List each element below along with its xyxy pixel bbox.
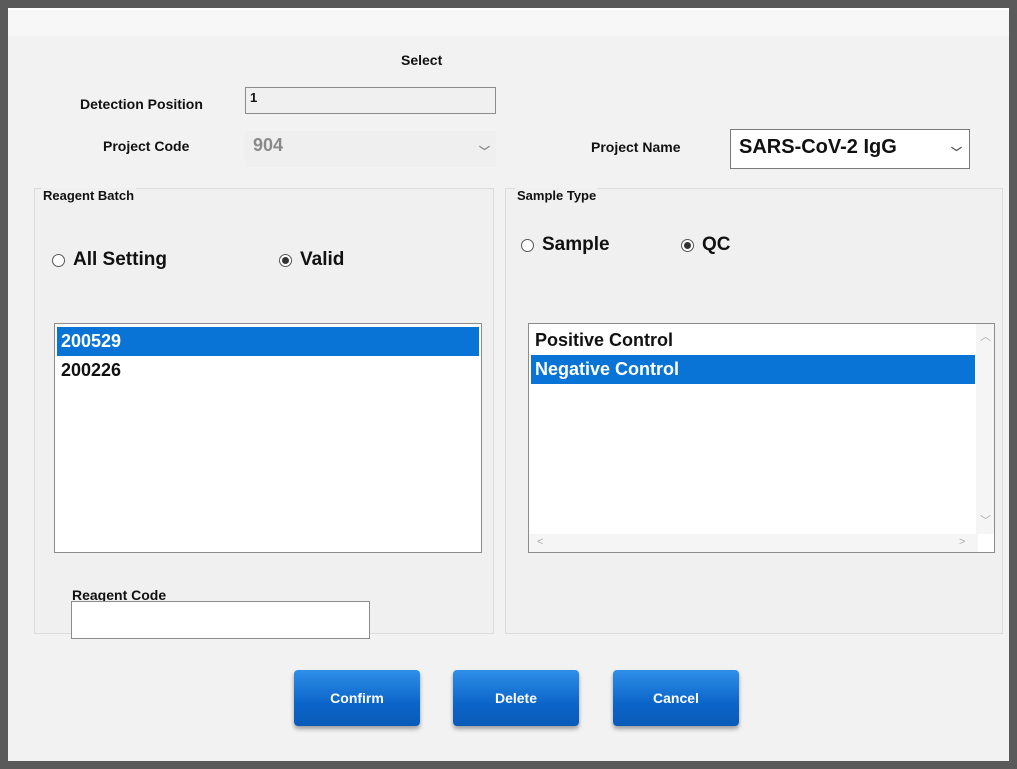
horizontal-scrollbar[interactable]: < > [529, 534, 978, 552]
cancel-button[interactable]: Cancel [613, 670, 739, 726]
list-item[interactable]: 200226 [57, 356, 479, 385]
sample-type-group: Sample Type Sample QC Positive Control N… [505, 188, 1003, 634]
radio-all-setting-label: All Setting [73, 249, 167, 270]
dialog-title: Select [401, 52, 443, 68]
reagent-batch-list[interactable]: 200529 200226 [54, 323, 482, 553]
dialog-titlebar [8, 10, 1009, 36]
radio-sample-label: Sample [542, 234, 610, 255]
chevron-down-icon[interactable]: ﹀ [980, 512, 991, 528]
chevron-down-icon[interactable]: ﹀ [951, 144, 962, 160]
radio-valid-label: Valid [300, 249, 345, 270]
radio-valid[interactable]: Valid [279, 249, 344, 271]
chevron-up-icon[interactable]: ︿ [980, 328, 991, 344]
detection-position-field[interactable]: 1 [245, 87, 496, 114]
list-item[interactable]: 200529 [57, 327, 479, 356]
reagent-code-input[interactable] [71, 601, 370, 639]
detection-position-label: Detection Position [80, 96, 203, 112]
project-name-label: Project Name [591, 139, 681, 155]
chevron-right-icon[interactable]: > [959, 536, 965, 548]
radio-all-setting-circle[interactable] [52, 253, 65, 267]
sample-type-list[interactable]: Positive Control Negative Control ︿ ﹀ < … [528, 323, 995, 553]
project-code-combobox: 904 ﹀ [245, 131, 496, 167]
select-dialog: Select Detection Position 1 Project Code… [8, 8, 1009, 761]
radio-qc-circle[interactable] [681, 238, 694, 252]
project-code-label: Project Code [103, 138, 190, 154]
chevron-down-icon: ﹀ [479, 146, 490, 158]
project-code-value: 904 [253, 135, 284, 155]
radio-valid-circle[interactable] [279, 253, 292, 267]
project-name-combobox[interactable]: SARS-CoV-2 IgG ﹀ [730, 129, 970, 169]
list-item[interactable]: Positive Control [531, 326, 975, 355]
confirm-button[interactable]: Confirm [294, 670, 420, 726]
reagent-batch-group: Reagent Batch All Setting Valid 200529 2… [34, 188, 494, 639]
radio-qc[interactable]: QC [681, 234, 731, 256]
list-item[interactable]: Negative Control [531, 355, 975, 384]
project-name-value: SARS-CoV-2 IgG [739, 136, 897, 158]
radio-sample-circle[interactable] [521, 238, 534, 252]
reagent-batch-title: Reagent Batch [41, 188, 137, 203]
delete-button[interactable]: Delete [453, 670, 579, 726]
chevron-left-icon[interactable]: < [537, 536, 543, 548]
vertical-scrollbar[interactable]: ︿ ﹀ [976, 324, 994, 534]
radio-qc-label: QC [702, 234, 731, 255]
sample-type-title: Sample Type [515, 188, 599, 203]
radio-sample[interactable]: Sample [521, 234, 610, 256]
radio-all-setting[interactable]: All Setting [52, 249, 167, 271]
